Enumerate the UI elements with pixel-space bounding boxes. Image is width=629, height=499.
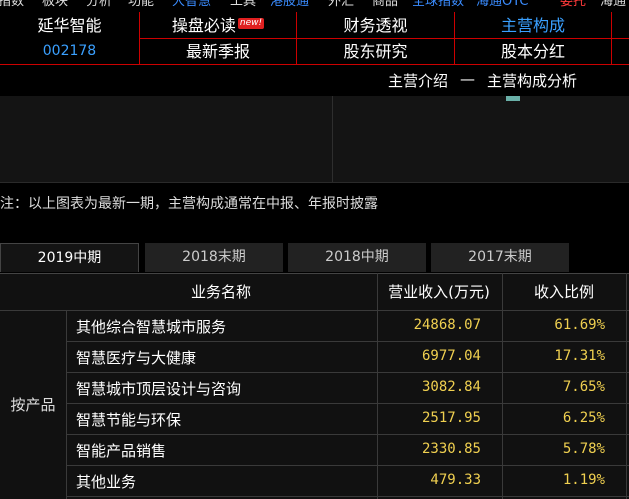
menu-item-function[interactable]: 功能 bbox=[128, 0, 154, 10]
row-revenue: 24868.07 bbox=[413, 317, 481, 333]
chart-panel bbox=[0, 96, 629, 182]
subnav-composition-analysis[interactable]: 主营构成分析 bbox=[487, 70, 577, 91]
menu-item-analysis[interactable]: 分析 bbox=[86, 0, 112, 10]
menu-item-dzh[interactable]: 大智慧 bbox=[172, 0, 211, 10]
stock-name: 延华智能 bbox=[37, 16, 102, 35]
tab-2018-annual[interactable]: 2018末期 bbox=[145, 243, 283, 272]
chart-bottom-border bbox=[0, 182, 629, 183]
grid-line bbox=[66, 403, 629, 404]
row-name: 其他业务 bbox=[76, 473, 137, 491]
row-name: 智能产品销售 bbox=[76, 442, 167, 460]
menu-item-otc[interactable]: 海通OTC bbox=[476, 0, 529, 10]
row-name: 智慧节能与环保 bbox=[76, 411, 182, 429]
nav-trading-guide[interactable]: 操盘必读 new! bbox=[140, 13, 296, 38]
row-name: 智慧医疗与大健康 bbox=[76, 349, 197, 367]
disclosure-note: 注：以上图表为最新一期，主营构成通常在中报、年报时披露 bbox=[0, 196, 378, 212]
menu-item-commodity[interactable]: 商品 bbox=[372, 0, 398, 10]
row-ratio: 7.65% bbox=[562, 379, 605, 395]
nav-financial-view[interactable]: 财务透视 bbox=[297, 13, 454, 38]
grid-line bbox=[0, 310, 629, 311]
header-ratio: 收入比例 bbox=[533, 283, 594, 301]
row-ratio: 5.78% bbox=[562, 441, 605, 457]
header-business-name: 业务名称 bbox=[190, 283, 251, 301]
tab-2017-annual[interactable]: 2017末期 bbox=[431, 243, 569, 272]
nav-shareholder-research[interactable]: 股东研究 bbox=[297, 39, 454, 64]
chart-divider bbox=[332, 96, 333, 182]
row-ratio: 1.19% bbox=[562, 472, 605, 488]
tab-2018-interim[interactable]: 2018中期 bbox=[288, 243, 426, 272]
menu-item-global-index[interactable]: 全球指数 bbox=[412, 0, 464, 10]
menu-item-forex[interactable]: 外汇 bbox=[328, 0, 354, 10]
row-revenue: 6977.04 bbox=[421, 348, 481, 364]
category-by-product: 按产品 bbox=[10, 396, 56, 414]
grid-line bbox=[66, 341, 629, 342]
menu-item-trade[interactable]: 委托 bbox=[560, 0, 586, 10]
subnav-intro[interactable]: 主营介绍 bbox=[388, 70, 448, 91]
row-revenue: 2517.95 bbox=[421, 410, 481, 426]
row-name: 智慧城市顶层设计与咨询 bbox=[76, 380, 242, 398]
row-ratio: 17.31% bbox=[554, 348, 605, 364]
grid-line bbox=[66, 496, 629, 497]
menu-item-haitong[interactable]: 海通 bbox=[600, 0, 626, 10]
menu-item-hk-connect[interactable]: 港股通 bbox=[270, 0, 309, 10]
stock-code: 002178 bbox=[42, 43, 97, 59]
new-badge: new! bbox=[237, 18, 265, 29]
menu-item-index[interactable]: 指数 bbox=[0, 0, 24, 10]
row-ratio: 6.25% bbox=[562, 410, 605, 426]
header-revenue: 营业收入(万元) bbox=[388, 283, 490, 301]
tab-2019-interim[interactable]: 2019中期 bbox=[0, 243, 139, 272]
top-menu-bar: 指数 板块 分析 功能 大智慧 工具 港股通 外汇 商品 全球指数 海通OTC … bbox=[0, 0, 629, 11]
row-name: 其他综合智慧城市服务 bbox=[76, 318, 227, 336]
row-revenue: 2330.85 bbox=[421, 441, 481, 457]
grid-line bbox=[66, 434, 629, 435]
grid-line bbox=[66, 372, 629, 373]
legend-swatch bbox=[506, 96, 520, 101]
subnav-separator: — bbox=[460, 70, 475, 88]
header-bottom-line bbox=[0, 64, 629, 65]
nav-latest-quarterly[interactable]: 最新季报 bbox=[140, 39, 296, 64]
nav-main-business[interactable]: 主营构成 bbox=[455, 13, 611, 38]
grid-line bbox=[66, 311, 67, 499]
nav-trading-guide-label: 操盘必读 bbox=[171, 16, 236, 35]
row-revenue: 3082.84 bbox=[421, 379, 481, 395]
menu-item-sector[interactable]: 板块 bbox=[42, 0, 68, 10]
nav-share-capital-dividend[interactable]: 股本分红 bbox=[455, 39, 611, 64]
menu-item-tools[interactable]: 工具 bbox=[230, 0, 256, 10]
grid-line bbox=[66, 465, 629, 466]
row-ratio: 61.69% bbox=[554, 317, 605, 333]
row-revenue: 479.33 bbox=[430, 472, 481, 488]
sub-navigation: 主营介绍 — 主营构成分析 bbox=[0, 66, 629, 94]
